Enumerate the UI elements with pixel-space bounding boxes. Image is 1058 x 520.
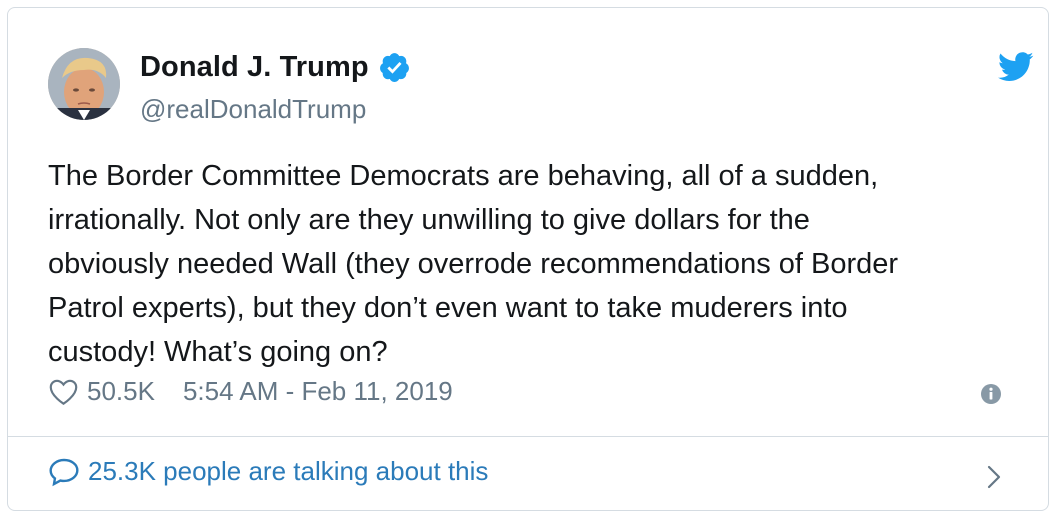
heart-icon[interactable] — [48, 378, 79, 406]
verified-badge-icon — [379, 53, 409, 82]
info-icon[interactable] — [980, 383, 1002, 405]
conversation-link[interactable]: 25.3K people are talking about this — [48, 456, 488, 487]
avatar[interactable] — [48, 48, 120, 120]
profile-photo — [48, 48, 120, 120]
speech-bubble-icon — [49, 458, 79, 486]
tweet-card: Donald J. Trump @realDonaldTrump The Bor… — [7, 7, 1049, 511]
author-handle[interactable]: @realDonaldTrump — [140, 94, 366, 125]
tweet-text: The Border Committee Democrats are behav… — [48, 160, 899, 368]
tweet-timestamp[interactable]: 5:54 AM - Feb 11, 2019 — [183, 376, 453, 407]
like-count[interactable]: 50.5K — [87, 376, 155, 407]
twitter-bird-icon[interactable] — [998, 52, 1034, 82]
divider — [8, 436, 1048, 437]
chevron-right-icon[interactable] — [986, 464, 1002, 490]
tweet-meta: 50.5K 5:54 AM - Feb 11, 2019 — [48, 376, 453, 407]
conversation-text[interactable]: 25.3K people are talking about this — [88, 456, 488, 487]
author-display-name[interactable]: Donald J. Trump — [140, 51, 369, 84]
author-name-row[interactable]: Donald J. Trump — [140, 51, 411, 84]
